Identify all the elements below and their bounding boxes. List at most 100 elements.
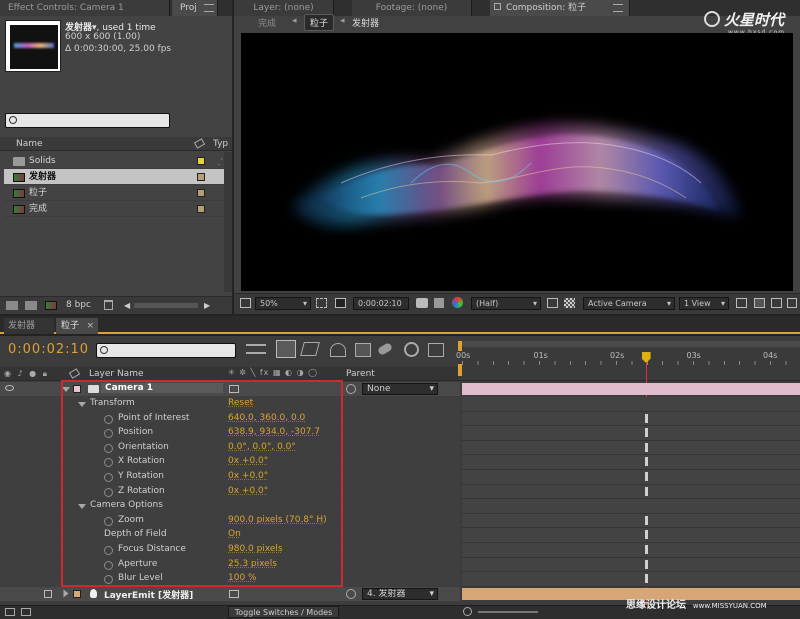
channel-rgb-icon[interactable] bbox=[452, 297, 463, 308]
trash-icon[interactable] bbox=[104, 300, 113, 310]
show-snapshot-icon[interactable] bbox=[434, 298, 444, 308]
ruler-label: 03s bbox=[686, 351, 701, 360]
col-type[interactable]: Typ bbox=[213, 139, 228, 149]
light-icon bbox=[90, 589, 97, 598]
col-name[interactable]: Name bbox=[16, 139, 43, 149]
current-time-display[interactable]: 0:00:02:10 bbox=[353, 297, 409, 310]
eye-icon[interactable] bbox=[5, 385, 14, 391]
graph-editor-icon[interactable] bbox=[428, 343, 444, 357]
work-area-start-handle[interactable] bbox=[458, 341, 462, 351]
interpret-footage-icon[interactable] bbox=[6, 301, 18, 310]
view-layout-dropdown[interactable]: 1 View ▾ bbox=[679, 297, 729, 310]
switches-toggle-icon[interactable] bbox=[21, 608, 31, 616]
tab-timeline-particles[interactable]: 粒子 × bbox=[56, 318, 98, 334]
project-scrollbar[interactable] bbox=[224, 152, 232, 292]
flowchart-icon[interactable] bbox=[787, 298, 797, 308]
label-color-swatch[interactable] bbox=[197, 157, 205, 165]
layer-switch-icon[interactable] bbox=[229, 590, 239, 598]
hide-shy-layers-icon[interactable] bbox=[330, 343, 346, 357]
view-layout-value: 1 View bbox=[684, 299, 711, 308]
fast-previews-icon[interactable] bbox=[547, 298, 558, 308]
tab-composition[interactable]: Composition: 粒子 bbox=[490, 0, 630, 16]
zoom-slider[interactable] bbox=[478, 611, 538, 613]
keyframe-icon[interactable] bbox=[645, 413, 648, 423]
camera-view-dropdown[interactable]: Active Camera ▾ bbox=[583, 297, 675, 310]
scroll-right-icon[interactable]: ▶ bbox=[204, 301, 210, 310]
lock-icon[interactable] bbox=[44, 590, 52, 598]
breadcrumb-final[interactable]: 完成 bbox=[258, 16, 276, 29]
composition-canvas[interactable] bbox=[241, 33, 793, 291]
toggle-transparency-icon[interactable] bbox=[564, 298, 575, 308]
timeline-current-time[interactable]: 0:00:02:10 bbox=[8, 342, 89, 357]
parent-dropdown[interactable]: None ▾ bbox=[362, 383, 438, 395]
work-area-bar[interactable] bbox=[460, 341, 800, 347]
frame-blending-icon[interactable] bbox=[355, 343, 371, 357]
tab-footage[interactable]: Footage: (none) bbox=[352, 0, 472, 16]
zoom-out-icon[interactable] bbox=[463, 607, 472, 616]
breadcrumb-particles[interactable]: 粒子 bbox=[304, 14, 335, 31]
dropdown-arrow-icon: ▾ bbox=[532, 299, 537, 308]
project-search-input[interactable] bbox=[5, 113, 170, 128]
scroll-left-icon[interactable]: ◀ bbox=[124, 301, 130, 310]
col-layer-name[interactable]: Layer Name bbox=[89, 369, 144, 379]
parent-pickwhip-icon[interactable] bbox=[346, 589, 356, 599]
label-color-swatch[interactable] bbox=[197, 173, 205, 181]
keyframe-icon[interactable] bbox=[645, 472, 648, 481]
layer-name[interactable]: LayerEmit [发射器] bbox=[104, 588, 193, 601]
breadcrumb-emitter[interactable]: 发射器 bbox=[352, 16, 379, 29]
resolution-value: (Half) bbox=[476, 299, 499, 308]
region-of-interest-icon[interactable] bbox=[316, 298, 327, 308]
parent-dropdown[interactable]: 4. 发射器 ▾ bbox=[362, 588, 438, 600]
bit-depth-label[interactable]: 8 bpc bbox=[66, 300, 91, 310]
tab-effect-controls[interactable]: Effect Controls: Camera 1 bbox=[0, 0, 170, 16]
ruler-ticks bbox=[462, 361, 800, 365]
collapse-arrow-icon[interactable] bbox=[63, 589, 69, 598]
timeline-search-input[interactable] bbox=[96, 343, 236, 358]
resolution-dropdown[interactable]: (Half) ▾ bbox=[471, 297, 541, 310]
toggle-switches-modes-button[interactable]: Toggle Switches / Modes bbox=[228, 606, 339, 618]
new-composition-icon[interactable] bbox=[45, 301, 57, 310]
horizontal-scrollbar[interactable] bbox=[134, 303, 198, 308]
close-icon[interactable]: × bbox=[86, 318, 94, 334]
keyframe-icon[interactable] bbox=[645, 530, 648, 540]
label-color-swatch[interactable] bbox=[197, 205, 205, 213]
timeline-track-row bbox=[462, 484, 800, 500]
keyframe-icon[interactable] bbox=[645, 559, 648, 569]
label-color-swatch[interactable] bbox=[197, 189, 205, 197]
keyframe-icon[interactable] bbox=[645, 457, 648, 467]
timeline-icon[interactable] bbox=[771, 298, 782, 308]
live-update-icon[interactable] bbox=[276, 340, 296, 358]
parent-pickwhip-icon[interactable] bbox=[346, 384, 356, 394]
project-item-solids[interactable]: Solids ⸫ bbox=[4, 153, 232, 169]
project-item-label: 发射器 bbox=[29, 172, 57, 182]
brainstorm-icon[interactable] bbox=[404, 342, 419, 357]
pixel-aspect-icon[interactable] bbox=[736, 298, 747, 308]
project-item-final[interactable]: 完成 bbox=[4, 201, 232, 217]
transparency-grid-icon[interactable] bbox=[335, 298, 346, 308]
keyframe-icon[interactable] bbox=[645, 574, 648, 584]
project-item-particles[interactable]: 粒子 bbox=[4, 185, 232, 201]
keyframe-icon[interactable] bbox=[645, 442, 648, 452]
camera-layer-bar[interactable] bbox=[462, 383, 800, 395]
panel-menu-icon[interactable] bbox=[204, 4, 214, 12]
label-color-swatch[interactable] bbox=[73, 590, 81, 598]
composition-icon bbox=[13, 205, 25, 214]
tab-timeline-emitter[interactable]: 发射器 bbox=[4, 318, 54, 334]
render-icon[interactable] bbox=[5, 608, 15, 616]
keyframe-icon[interactable] bbox=[645, 515, 648, 525]
always-preview-icon[interactable] bbox=[240, 298, 251, 308]
magnification-dropdown[interactable]: 50% ▾ bbox=[255, 297, 311, 310]
dropdown-arrow-icon: ▾ bbox=[666, 299, 671, 308]
composition-mini-flowchart-icon[interactable] bbox=[246, 344, 266, 354]
camera-snapshot-icon[interactable] bbox=[416, 298, 428, 308]
fast-draft-icon[interactable] bbox=[754, 298, 765, 308]
lock-icon[interactable] bbox=[494, 3, 501, 10]
layer-row-layeremit[interactable]: LayerEmit [发射器] 4. 发射器 ▾ bbox=[0, 587, 460, 602]
keyframe-icon[interactable] bbox=[645, 545, 648, 554]
keyframe-icon[interactable] bbox=[645, 428, 648, 438]
keyframe-icon[interactable] bbox=[645, 486, 648, 496]
panel-menu-icon[interactable] bbox=[613, 4, 623, 12]
col-parent[interactable]: Parent bbox=[346, 369, 375, 379]
project-item-emitter[interactable]: 发射器 bbox=[4, 169, 232, 185]
new-folder-icon[interactable] bbox=[25, 301, 37, 310]
